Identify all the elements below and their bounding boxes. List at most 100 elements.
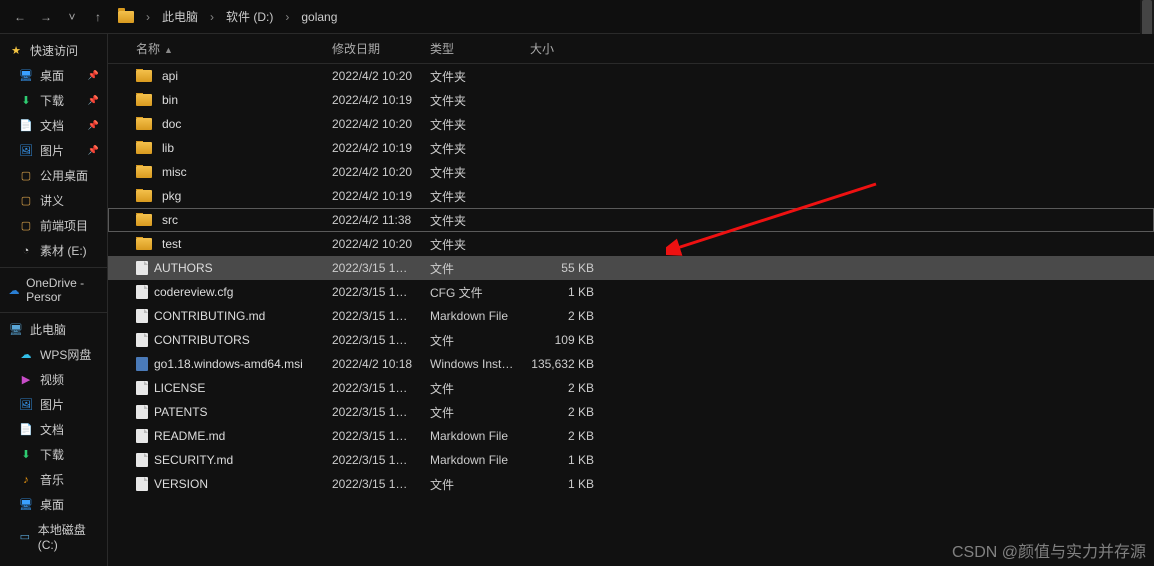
- file-row[interactable]: lib2022/4/2 10:19文件夹: [108, 136, 1154, 160]
- cell-type: 文件夹: [422, 188, 522, 205]
- file-row[interactable]: test2022/4/2 10:20文件夹: [108, 232, 1154, 256]
- cell-date: 2022/4/2 10:20: [324, 69, 422, 83]
- sidebar-item-label: 视频: [40, 371, 64, 388]
- file-row[interactable]: api2022/4/2 10:20文件夹: [108, 64, 1154, 88]
- sidebar-item[interactable]: ♪音乐: [0, 467, 107, 492]
- pin-icon: 📌: [88, 145, 99, 156]
- column-header-date[interactable]: 修改日期: [324, 40, 422, 57]
- file-icon: [136, 309, 148, 323]
- sidebar-this-pc[interactable]: 🖥 此电脑: [0, 317, 107, 342]
- cell-type: 文件: [422, 260, 522, 277]
- file-name: AUTHORS: [154, 261, 213, 275]
- sidebar-item[interactable]: ◔ 素材 (E:): [0, 238, 107, 263]
- history-dropdown[interactable]: ˅: [62, 7, 82, 27]
- sidebar-item-icon: ▭: [18, 529, 32, 545]
- sidebar-item[interactable]: 🖥桌面📌: [0, 63, 107, 88]
- sidebar-item[interactable]: ▭本地磁盘 (C:): [0, 517, 107, 556]
- file-icon: [136, 333, 148, 347]
- file-row[interactable]: CONTRIBUTORS2022/3/15 14:08文件109 KB: [108, 328, 1154, 352]
- chevron-right-icon: ›: [281, 10, 293, 24]
- column-header-size[interactable]: 大小: [522, 40, 602, 57]
- file-name: doc: [162, 117, 181, 131]
- file-row[interactable]: doc 2022/4/2 10:20文件夹: [108, 112, 1154, 136]
- folder-icon: [136, 118, 152, 130]
- sidebar-item[interactable]: 🖥桌面: [0, 492, 107, 517]
- cloud-icon: ☁: [8, 282, 20, 298]
- file-row[interactable]: CONTRIBUTING.md2022/3/15 14:08Markdown F…: [108, 304, 1154, 328]
- sidebar-item[interactable]: ▢公用桌面: [0, 163, 107, 188]
- chevron-right-icon: ›: [206, 10, 218, 24]
- sidebar-item[interactable]: ☁WPS网盘: [0, 342, 107, 367]
- sidebar-item-icon: 📄: [18, 118, 34, 134]
- cell-name: doc: [128, 117, 324, 131]
- cell-size: 1 KB: [522, 477, 602, 491]
- sidebar-item-label: 公用桌面: [40, 167, 88, 184]
- file-row[interactable]: PATENTS2022/3/15 14:08文件2 KB: [108, 400, 1154, 424]
- file-row[interactable]: LICENSE2022/3/15 14:08文件2 KB: [108, 376, 1154, 400]
- sidebar-item-label: 素材 (E:): [40, 242, 87, 259]
- file-row[interactable]: README.md2022/3/15 14:08Markdown File2 K…: [108, 424, 1154, 448]
- cell-date: 2022/4/2 10:20: [324, 117, 422, 131]
- file-icon: [136, 477, 148, 491]
- file-row[interactable]: SECURITY.md2022/3/15 14:08Markdown File1…: [108, 448, 1154, 472]
- cell-name: test: [128, 237, 324, 251]
- cell-date: 2022/3/15 14:08: [324, 285, 422, 299]
- sidebar-item[interactable]: 📄文档: [0, 417, 107, 442]
- cell-date: 2022/4/2 11:38: [324, 213, 422, 227]
- file-name: VERSION: [154, 477, 208, 491]
- file-row[interactable]: VERSION2022/3/15 14:08文件1 KB: [108, 472, 1154, 496]
- sidebar-label: 快速访问: [30, 42, 78, 59]
- cell-name: CONTRIBUTORS: [128, 333, 324, 347]
- cell-type: 文件夹: [422, 68, 522, 85]
- sidebar-item-icon: ◔: [18, 243, 34, 259]
- chevron-right-icon: ›: [142, 10, 154, 24]
- cell-date: 2022/4/2 10:18: [324, 357, 422, 371]
- file-row[interactable]: bin2022/4/2 10:19文件夹: [108, 88, 1154, 112]
- sidebar-item-icon: 🖼: [18, 397, 34, 413]
- cell-date: 2022/3/15 14:08: [324, 405, 422, 419]
- file-icon: [136, 429, 148, 443]
- column-header-name[interactable]: 名称▲: [128, 40, 324, 57]
- file-row[interactable]: pkg2022/4/2 10:19文件夹: [108, 184, 1154, 208]
- crumb-this-pc[interactable]: 此电脑: [158, 6, 202, 27]
- back-button[interactable]: ←: [10, 7, 30, 27]
- file-row[interactable]: go1.18.windows-amd64.msi2022/4/2 10:18Wi…: [108, 352, 1154, 376]
- cell-name: VERSION: [128, 477, 324, 491]
- cell-type: 文件夹: [422, 116, 522, 133]
- cell-name: LICENSE: [128, 381, 324, 395]
- sidebar-item[interactable]: ▢前端项目: [0, 213, 107, 238]
- sidebar-item[interactable]: ⬇下载: [0, 442, 107, 467]
- cell-name: AUTHORS: [128, 261, 324, 275]
- cell-type: 文件夹: [422, 140, 522, 157]
- cell-name: README.md: [128, 429, 324, 443]
- cell-type: 文件夹: [422, 236, 522, 253]
- folder-icon: [136, 166, 152, 178]
- file-row[interactable]: AUTHORS2022/3/15 14:08文件55 KB: [108, 256, 1154, 280]
- sidebar-item-label: 桌面: [40, 67, 64, 84]
- sidebar-item-label: 音乐: [40, 471, 64, 488]
- crumb-drive[interactable]: 软件 (D:): [222, 6, 277, 27]
- sidebar-item[interactable]: 🖼图片📌: [0, 138, 107, 163]
- file-name: pkg: [162, 189, 181, 203]
- sidebar-item[interactable]: ▶视频: [0, 367, 107, 392]
- up-button[interactable]: ↑: [88, 7, 108, 27]
- forward-button[interactable]: →: [36, 7, 56, 27]
- file-row[interactable]: misc2022/4/2 10:20文件夹: [108, 160, 1154, 184]
- cell-size: 109 KB: [522, 333, 602, 347]
- sidebar-item[interactable]: 📄文档📌: [0, 113, 107, 138]
- sidebar-item[interactable]: 🖼图片: [0, 392, 107, 417]
- folder-icon: [136, 142, 152, 154]
- crumb-folder[interactable]: golang: [297, 8, 341, 26]
- sidebar-item[interactable]: ▢讲义: [0, 188, 107, 213]
- pin-icon: 📌: [88, 70, 99, 81]
- file-row[interactable]: codereview.cfg2022/3/15 14:08CFG 文件1 KB: [108, 280, 1154, 304]
- cell-name: bin: [128, 93, 324, 107]
- sidebar-quick-access[interactable]: ★ 快速访问: [0, 38, 107, 63]
- file-icon: [136, 405, 148, 419]
- file-icon: [136, 285, 148, 299]
- sidebar-onedrive[interactable]: ☁ OneDrive - Persor: [0, 272, 107, 308]
- cell-date: 2022/4/2 10:20: [324, 237, 422, 251]
- column-header-type[interactable]: 类型: [422, 40, 522, 57]
- file-row[interactable]: src2022/4/2 11:38文件夹: [108, 208, 1154, 232]
- sidebar-item[interactable]: ⬇下载📌: [0, 88, 107, 113]
